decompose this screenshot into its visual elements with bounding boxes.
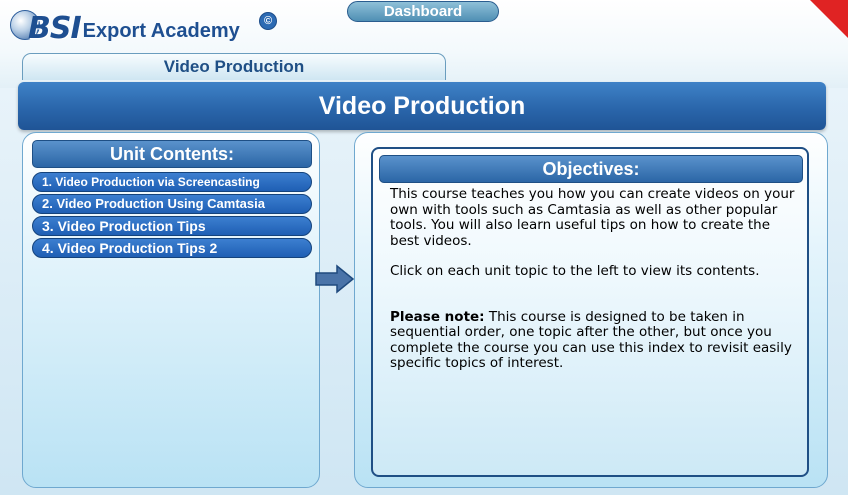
objectives-panel: Objectives: This course teaches you how … (354, 132, 828, 488)
unit-contents-panel: Unit Contents: 1. Video Production via S… (22, 132, 320, 488)
bsi-logo: BSI Export Academy (10, 6, 240, 46)
unit-item-3-tips[interactable]: 3. Video Production Tips (32, 216, 312, 236)
note-label: Please note: (390, 308, 485, 325)
page-title: Video Production (18, 82, 826, 130)
corner-flag-icon (810, 0, 848, 38)
unit-item-2-camtasia[interactable]: 2. Video Production Using Camtasia (32, 194, 312, 214)
logo-main-text: BSI (28, 11, 82, 46)
objectives-box: Objectives: This course teaches you how … (371, 147, 809, 477)
unit-list: 1. Video Production via Screencasting 2.… (32, 172, 312, 260)
copyright-icon: © (259, 12, 277, 30)
breadcrumb-tab: Video Production (22, 53, 446, 80)
right-arrow-icon (315, 264, 355, 294)
unit-contents-header: Unit Contents: (32, 140, 312, 168)
objectives-header: Objectives: (379, 155, 803, 183)
dashboard-button[interactable]: Dashboard (347, 1, 499, 22)
objectives-note: Please note: This course is designed to … (390, 308, 800, 372)
logo-sub-text: Export Academy (82, 20, 240, 42)
objectives-paragraph-1: This course teaches you how you can crea… (390, 186, 795, 249)
objectives-paragraph-2: Click on each unit topic to the left to … (390, 263, 760, 279)
unit-item-4-tips-2[interactable]: 4. Video Production Tips 2 (32, 238, 312, 258)
objectives-text: This course teaches you how you can crea… (390, 186, 800, 387)
unit-item-1-screencasting[interactable]: 1. Video Production via Screencasting (32, 172, 312, 192)
